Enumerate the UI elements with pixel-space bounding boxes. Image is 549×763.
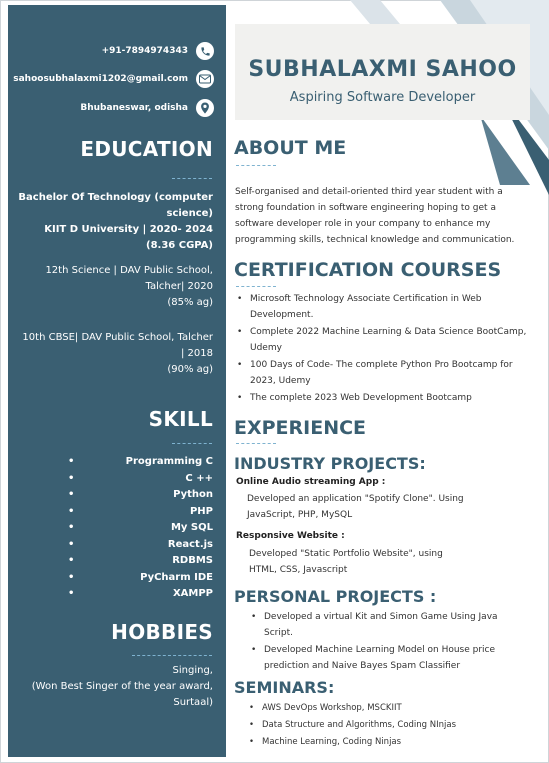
list-item: AWS DevOps Workshop, MSCKIIT [246,700,531,716]
skill-item: • XAMPP [68,588,213,599]
education-heading: EDUCATION [80,137,213,161]
twelfth-line: Talcher| 2020 [145,281,213,292]
candidate-name: SUBHALAXMI SAHOO [248,57,517,82]
skill-item: • Python [68,489,213,500]
degree-line: science) [166,208,214,219]
experience-heading: EXPERIENCE [234,417,367,439]
mail-icon [196,70,214,88]
tenth-line: | 2018 [181,348,213,359]
list-item: Developed a virtual Kit and Simon Game U… [248,609,533,641]
list-item: Developed Machine Learning Model on Hous… [248,642,533,674]
candidate-role: Aspiring Software Developer [289,90,476,105]
about-heading: ABOUT ME [234,137,347,159]
certification-list: Microsoft Technology Associate Certifica… [234,291,529,407]
contact-location: Bhubaneswar, odisha [80,99,214,117]
project-description: Developed "Static Portfolio Website", us… [249,549,443,575]
project-title: Online Audio streaming App : [236,477,386,487]
name-box: SUBHALAXMI SAHOO Aspiring Software Devel… [235,24,530,120]
skill-heading: SKILL [148,407,213,431]
seminars-heading: SEMINARS: [234,678,335,697]
skill-item: • PyCharm IDE [68,571,213,583]
skill-item: • C ++ [68,472,213,484]
skill-item: • React.js [68,538,213,550]
hobby-line: (Won Best Singer of the year award, [31,681,213,692]
skill-item: • RDBMS [68,555,213,566]
experience-divider [236,443,276,444]
hobby-entry: Singing, (Won Best Singer of the year aw… [8,663,213,711]
list-item: Data Structure and Algorithms, Coding NI… [246,717,531,733]
skill-item: • PHP [68,505,213,517]
skill-list: • Programming C • C ++ • Python • PHP • My SQ… [8,456,226,605]
certification-heading: CERTIFICATION COURSES [234,259,502,281]
about-text: Self-organised and detail-oriented third… [235,187,515,245]
skill-item: • My SQL [68,522,213,533]
phone-icon [196,42,214,60]
hobby-line: Singing, [172,665,213,676]
sidebar: +91-7894974343 sahoosubhalaxmi1202@gmail… [8,5,226,757]
location-text: Bhubaneswar, odisha [80,103,188,113]
phone-text: +91-7894974343 [101,46,188,56]
list-item: Machine Learning, Coding Ninjas [246,734,531,750]
twelfth-entry: 12th Science | DAV Public School, Talche… [13,263,213,311]
degree-line: KIIT D University | 2020- 2024 [44,224,213,235]
degree-entry: Bachelor Of Technology (computer science… [13,190,213,254]
about-divider [236,165,276,166]
skill-item: • Programming C [68,456,213,467]
list-item: 100 Days of Code- The complete Python Pr… [234,357,529,389]
project-description: Developed an application "Spotify Clone"… [247,494,464,520]
project-title: Responsive Website : [236,531,345,541]
location-pin-icon [196,99,214,117]
twelfth-line: (85% ag) [167,297,213,308]
skill-divider [172,443,212,444]
industry-projects-heading: INDUSTRY PROJECTS: [234,454,426,473]
tenth-line: (90% ag) [167,364,213,375]
email-text: sahoosubhalaxmi1202@gmail.com [13,74,188,84]
list-item: Microsoft Technology Associate Certifica… [234,291,529,323]
hobbies-divider [132,655,212,656]
tenth-line: 10th CBSE| DAV Public School, Talcher [22,332,213,343]
contact-phone: +91-7894974343 [102,42,214,60]
hobby-line: Surtaal) [173,697,213,708]
education-divider [172,178,212,179]
personal-projects-list: Developed a virtual Kit and Simon Game U… [248,609,533,675]
personal-projects-heading: PERSONAL PROJECTS : [234,587,437,606]
list-item: Complete 2022 Machine Learning & Data Sc… [234,324,529,356]
list-item: The complete 2023 Web Development Bootca… [234,390,529,406]
twelfth-line: 12th Science | DAV Public School, [45,265,213,276]
hobbies-heading: HOBBIES [111,620,213,644]
seminars-list: AWS DevOps Workshop, MSCKIIT Data Struct… [246,700,531,751]
contact-email: sahoosubhalaxmi1202@gmail.com [13,70,214,88]
degree-line: Bachelor Of Technology (computer [18,192,213,203]
tenth-entry: 10th CBSE| DAV Public School, Talcher | … [3,330,213,378]
certification-divider [236,286,276,287]
degree-line: (8.36 CGPA) [146,240,213,251]
